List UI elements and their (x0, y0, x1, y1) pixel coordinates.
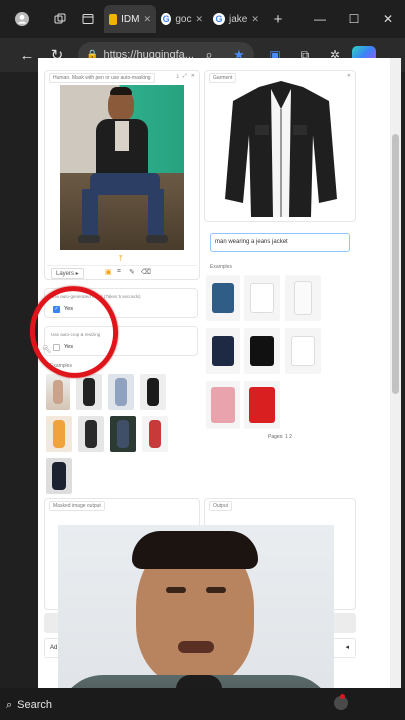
human-example-4[interactable] (140, 374, 166, 410)
tab-google-2[interactable]: G jake ✕ (208, 5, 264, 33)
window-controls: — ☐ ✕ (303, 0, 405, 38)
human-photo (60, 85, 184, 250)
garment-example-3[interactable] (285, 275, 321, 321)
page-scrollbar[interactable] (390, 58, 401, 688)
layers-button[interactable]: Layers ▸ (51, 268, 84, 279)
close-icon[interactable]: ✕ (191, 73, 195, 79)
close-icon[interactable]: ✕ (195, 14, 203, 25)
upload-icon[interactable]: ⤒ (119, 254, 123, 264)
close-icon[interactable]: ✕ (347, 73, 351, 79)
caret-left-icon: ◂ (345, 644, 349, 651)
taskbar-search-label: Search (17, 699, 53, 711)
idm-icon (109, 13, 118, 25)
advanced-label: Ad (50, 645, 58, 651)
taskbar-search[interactable]: ⌕ Search (0, 694, 60, 716)
garment-examples-label: Examples (210, 264, 232, 270)
garment-example-7[interactable] (206, 381, 240, 429)
google-icon: G (161, 13, 172, 25)
garment-example-6[interactable] (285, 328, 321, 374)
new-tab-button[interactable]: + (266, 7, 290, 31)
pages-indicator[interactable]: Pages: 1 2 (268, 434, 292, 440)
human-example-8[interactable] (142, 416, 168, 452)
fullscreen-icon[interactable]: ⤢ (183, 73, 187, 79)
panel-tools: ⤓ ⤢ ✕ (177, 73, 195, 79)
brush-icon[interactable]: ✎ (129, 268, 135, 276)
mouse-cursor-icon: ↖ (42, 342, 53, 356)
profile-icon[interactable] (10, 7, 34, 31)
eraser-icon[interactable]: ⌫ (141, 268, 151, 276)
garment-jacket-image (225, 81, 337, 217)
layers-label: Layers (56, 271, 75, 277)
crop-icon[interactable]: ⌗ (117, 268, 121, 276)
human-example-9[interactable] (46, 458, 72, 494)
image-icon[interactable]: ▣ (105, 268, 112, 276)
garment-description-input[interactable]: man wearing a jeans jacket (210, 233, 350, 252)
close-icon[interactable]: ✕ (251, 14, 259, 25)
download-icon[interactable]: ⤓ (177, 73, 179, 79)
notification-icon[interactable] (340, 694, 345, 699)
garment-example-4[interactable] (206, 328, 240, 374)
human-image-panel[interactable]: Human. Mask with pen or use auto-masking… (44, 70, 200, 280)
tab-google-1[interactable]: G goc ✕ (156, 5, 208, 33)
tab-actions-icon[interactable] (76, 7, 100, 31)
output-label: Output (209, 501, 233, 511)
human-example-2[interactable] (76, 374, 102, 410)
garment-example-8[interactable] (244, 381, 280, 429)
human-panel-label: Human. Mask with pen or use auto-masking (49, 73, 155, 83)
close-window-icon[interactable]: ✕ (371, 12, 405, 26)
human-example-5[interactable] (46, 416, 72, 452)
workspaces-icon[interactable] (48, 7, 72, 31)
human-example-6[interactable] (78, 416, 104, 452)
tab-google-1-label: goc (175, 13, 192, 25)
tab-google-2-label: jake (229, 13, 248, 25)
garment-example-1[interactable] (206, 275, 240, 321)
tab-idm-label: IDM (121, 13, 140, 25)
layers-toolbar: Layers ▸ ▣ ⌗ ✎ ⌫ (47, 265, 197, 279)
google-icon: G (213, 13, 225, 25)
tab-idm[interactable]: IDM ✕ (104, 5, 156, 33)
human-example-3[interactable] (108, 374, 134, 410)
garment-example-5[interactable] (244, 328, 280, 374)
scrollbar-thumb[interactable] (392, 134, 399, 394)
minimize-icon[interactable]: — (303, 12, 337, 26)
maximize-icon[interactable]: ☐ (337, 12, 371, 26)
human-example-7[interactable] (110, 416, 136, 452)
garment-image-panel[interactable]: Garment ✕ (204, 70, 356, 222)
masked-output-label: Masked image output (49, 501, 105, 511)
search-icon: ⌕ (6, 698, 13, 711)
garment-example-2[interactable] (244, 275, 280, 321)
taskbar: ⌕ Search (0, 688, 405, 720)
human-example-1[interactable] (46, 374, 70, 410)
browser-tab-bar: IDM ✕ G goc ✕ G jake ✕ + — ☐ ✕ (0, 0, 405, 38)
close-icon[interactable]: ✕ (143, 14, 151, 25)
